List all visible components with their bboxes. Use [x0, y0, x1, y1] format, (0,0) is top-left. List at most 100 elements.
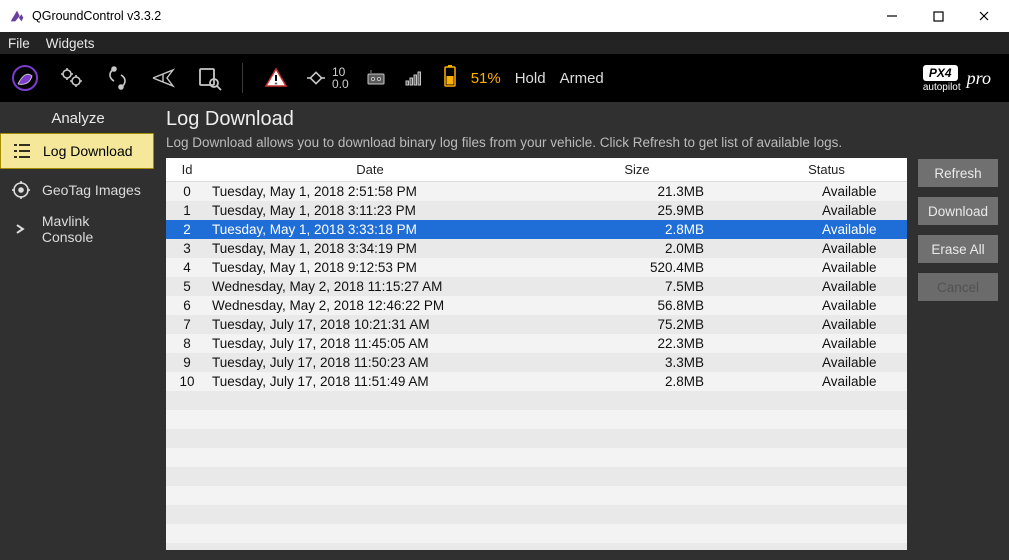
cell-date: Tuesday, May 1, 2018 9:12:53 PM: [208, 260, 528, 275]
minimize-button[interactable]: [869, 0, 915, 32]
sidebar-section-title: Analyze: [0, 102, 156, 133]
brand: PX4 autopilot pro: [923, 64, 1003, 93]
sidebar: Analyze Log Download GeoTag Images Mavli…: [0, 102, 156, 560]
cell-status: Available: [746, 336, 907, 351]
cell-status: Available: [746, 298, 907, 313]
erase-all-button[interactable]: Erase All: [917, 234, 999, 264]
main-toolbar: 10 0.0 51% Hold Armed PX4 autopilot pro: [0, 54, 1009, 102]
window-title: QGroundControl v3.3.2: [32, 9, 161, 23]
brand-pro: pro: [967, 68, 991, 89]
page-description: Log Download allows you to download bina…: [166, 135, 999, 150]
cell-date: Wednesday, May 2, 2018 11:15:27 AM: [208, 279, 528, 294]
rc-icon: [357, 59, 395, 97]
cell-id: 4: [166, 260, 208, 275]
cell-id: 5: [166, 279, 208, 294]
table-row-empty: [166, 410, 907, 429]
table-row[interactable]: 0Tuesday, May 1, 2018 2:51:58 PM21.3MBAv…: [166, 182, 907, 201]
close-button[interactable]: [961, 0, 1007, 32]
table-row[interactable]: 10Tuesday, July 17, 2018 11:51:49 AM2.8M…: [166, 372, 907, 391]
sidebar-item-log-download[interactable]: Log Download: [0, 133, 154, 169]
cell-status: Available: [746, 260, 907, 275]
refresh-button[interactable]: Refresh: [917, 158, 999, 188]
cell-date: Tuesday, May 1, 2018 3:11:23 PM: [208, 203, 528, 218]
table-row-empty: [166, 391, 907, 410]
col-header-id[interactable]: Id: [166, 162, 208, 177]
cell-status: Available: [746, 203, 907, 218]
title-bar: QGroundControl v3.3.2: [0, 0, 1009, 32]
cell-size: 7.5MB: [528, 279, 746, 294]
download-button[interactable]: Download: [917, 196, 999, 226]
cell-status: Available: [746, 374, 907, 389]
battery-icon: [443, 64, 457, 93]
table-row[interactable]: 3Tuesday, May 1, 2018 3:34:19 PM2.0MBAva…: [166, 239, 907, 258]
app-logo-icon[interactable]: [6, 59, 44, 97]
hdop-value: 0.0: [332, 77, 349, 91]
waypoints-icon[interactable]: [98, 59, 136, 97]
table-row[interactable]: 2Tuesday, May 1, 2018 3:33:18 PM2.8MBAva…: [166, 220, 907, 239]
col-header-size[interactable]: Size: [528, 162, 746, 177]
cancel-button[interactable]: Cancel: [917, 272, 999, 302]
warning-icon[interactable]: [257, 59, 295, 97]
table-row[interactable]: 6Wednesday, May 2, 2018 12:46:22 PM56.8M…: [166, 296, 907, 315]
col-header-date[interactable]: Date: [208, 162, 528, 177]
sidebar-item-label: Mavlink Console: [42, 213, 144, 245]
table-row-empty: [166, 486, 907, 505]
col-header-status[interactable]: Status: [746, 162, 907, 177]
table-row-empty: [166, 543, 907, 550]
cell-date: Tuesday, May 1, 2018 3:34:19 PM: [208, 241, 528, 256]
analyze-icon[interactable]: [190, 59, 228, 97]
cell-size: 75.2MB: [528, 317, 746, 332]
sidebar-item-label: Log Download: [43, 143, 133, 159]
sidebar-item-mavlink-console[interactable]: Mavlink Console: [0, 211, 154, 247]
table-row-empty: [166, 429, 907, 448]
arm-status[interactable]: Armed: [560, 70, 604, 87]
cell-id: 10: [166, 374, 208, 389]
table-row[interactable]: 5Wednesday, May 2, 2018 11:15:27 AM7.5MB…: [166, 277, 907, 296]
battery-percent: 51%: [471, 70, 501, 87]
cell-date: Tuesday, July 17, 2018 10:21:31 AM: [208, 317, 528, 332]
cell-size: 2.0MB: [528, 241, 746, 256]
table-row-empty: [166, 524, 907, 543]
table-row[interactable]: 1Tuesday, May 1, 2018 3:11:23 PM25.9MBAv…: [166, 201, 907, 220]
table-row[interactable]: 7Tuesday, July 17, 2018 10:21:31 AM75.2M…: [166, 315, 907, 334]
settings-icon[interactable]: [52, 59, 90, 97]
cell-status: Available: [746, 184, 907, 199]
cell-status: Available: [746, 222, 907, 237]
cell-size: 25.9MB: [528, 203, 746, 218]
cell-status: Available: [746, 279, 907, 294]
table-row-empty: [166, 467, 907, 486]
page-title: Log Download: [166, 108, 999, 131]
satellite-icon: [303, 59, 329, 97]
window-controls: [869, 0, 1007, 32]
menu-bar: File Widgets: [0, 32, 1009, 54]
cell-date: Tuesday, July 17, 2018 11:51:49 AM: [208, 374, 528, 389]
cell-date: Tuesday, July 17, 2018 11:50:23 AM: [208, 355, 528, 370]
flight-mode[interactable]: Hold: [515, 70, 546, 87]
cell-date: Wednesday, May 2, 2018 12:46:22 PM: [208, 298, 528, 313]
vehicle-status: 51% Hold Armed: [443, 64, 604, 93]
main-panel: Log Download Log Download allows you to …: [156, 102, 1009, 560]
cell-size: 21.3MB: [528, 184, 746, 199]
cell-date: Tuesday, July 17, 2018 11:45:05 AM: [208, 336, 528, 351]
table-row[interactable]: 9Tuesday, July 17, 2018 11:50:23 AM3.3MB…: [166, 353, 907, 372]
signal-icon: [403, 59, 425, 97]
table-body[interactable]: 0Tuesday, May 1, 2018 2:51:58 PM21.3MBAv…: [166, 182, 907, 550]
logs-table: Id Date Size Status 0Tuesday, May 1, 201…: [166, 158, 907, 550]
menu-file[interactable]: File: [8, 36, 30, 51]
cell-size: 2.8MB: [528, 222, 746, 237]
table-row-empty: [166, 505, 907, 524]
brand-name: PX4: [923, 65, 958, 81]
cell-id: 7: [166, 317, 208, 332]
sidebar-item-label: GeoTag Images: [42, 182, 141, 198]
table-row[interactable]: 4Tuesday, May 1, 2018 9:12:53 PM520.4MBA…: [166, 258, 907, 277]
sidebar-item-geotag[interactable]: GeoTag Images: [0, 172, 154, 208]
plane-icon[interactable]: [144, 59, 182, 97]
cell-date: Tuesday, May 1, 2018 2:51:58 PM: [208, 184, 528, 199]
table-row[interactable]: 8Tuesday, July 17, 2018 11:45:05 AM22.3M…: [166, 334, 907, 353]
cell-id: 9: [166, 355, 208, 370]
cell-id: 2: [166, 222, 208, 237]
menu-widgets[interactable]: Widgets: [46, 36, 95, 51]
cell-status: Available: [746, 241, 907, 256]
cell-size: 2.8MB: [528, 374, 746, 389]
maximize-button[interactable]: [915, 0, 961, 32]
